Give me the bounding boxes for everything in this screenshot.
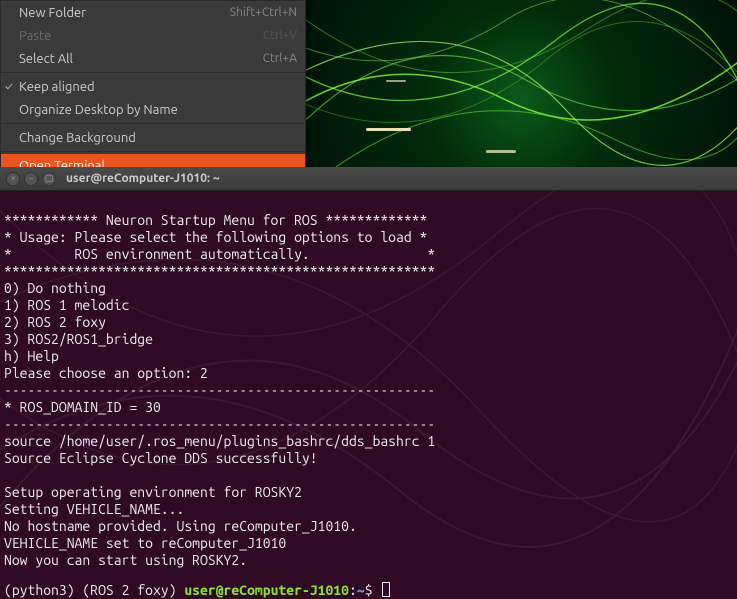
terminal-body[interactable]: ************ Neuron Startup Menu for ROS… — [0, 191, 737, 599]
terminal-line: 1) ROS 1 melodic — [4, 297, 129, 313]
menu-organize-desktop[interactable]: Organize Desktop by Name — [1, 98, 305, 121]
terminal-line: 0) Do nothing — [4, 280, 106, 296]
terminal-line: Now you can start using ROSKY2. — [4, 552, 247, 568]
prompt-user: user — [184, 582, 215, 598]
menu-keep-aligned[interactable]: ✓ Keep aligned — [1, 75, 305, 98]
terminal-line: VEHICLE_NAME set to reComputer_J1010 — [4, 535, 286, 551]
terminal-line: Setting VEHICLE_NAME... — [4, 501, 184, 517]
menu-item-label: Select All — [19, 52, 263, 66]
menu-separator — [1, 123, 305, 124]
terminal-line: Source Eclipse Cyclone DDS successfully! — [4, 450, 318, 466]
terminal-line: 2) ROS 2 foxy — [4, 314, 106, 330]
terminal-line: * Usage: Please select the following opt… — [4, 229, 427, 245]
menu-select-all[interactable]: Select All Ctrl+A — [1, 47, 305, 70]
maximize-button[interactable]: ▢ — [42, 172, 56, 186]
terminal-line: 3) ROS2/ROS1_bridge — [4, 331, 153, 347]
terminal-titlebar[interactable]: × − ▢ user@reComputer-J1010: ~ — [0, 167, 737, 191]
terminal-line: Please choose an option: 2 — [4, 365, 208, 381]
prompt-path: ~ — [357, 582, 365, 598]
terminal-cursor — [382, 582, 390, 597]
terminal-line: * ROS environment automatically. * — [4, 246, 435, 262]
terminal-line: Setup operating environment for ROSKY2 — [4, 484, 302, 500]
desktop-context-menu: New Folder Shift+Ctrl+N Paste Ctrl+V Sel… — [0, 0, 306, 178]
window-title: user@reComputer-J1010: ~ — [66, 172, 220, 185]
terminal-line: source /home/user/.ros_menu/plugins_bash… — [4, 433, 435, 449]
desktop-wallpaper — [306, 0, 737, 167]
prompt-host: reComputer-J1010 — [224, 582, 349, 598]
menu-separator — [1, 151, 305, 152]
menu-item-shortcut: Shift+Ctrl+N — [230, 6, 297, 19]
minimize-button[interactable]: − — [24, 172, 38, 186]
terminal-line: ************ Neuron Startup Menu for ROS… — [4, 212, 427, 228]
terminal-line: ----------------------------------------… — [4, 382, 435, 398]
menu-change-background[interactable]: Change Background — [1, 126, 305, 149]
menu-new-folder[interactable]: New Folder Shift+Ctrl+N — [1, 1, 305, 24]
menu-item-label: Paste — [19, 29, 263, 43]
menu-separator — [1, 72, 305, 73]
terminal-line: ----------------------------------------… — [4, 416, 435, 432]
menu-item-shortcut: Ctrl+V — [263, 29, 297, 42]
menu-item-label: New Folder — [19, 6, 230, 20]
close-button[interactable]: × — [6, 172, 20, 186]
checkmark-icon: ✓ — [5, 81, 13, 93]
prompt-env: (python3) (ROS 2 foxy) — [4, 582, 184, 598]
terminal-window: × − ▢ user@reComputer-J1010: ~ *********… — [0, 167, 737, 599]
terminal-line: * ROS_DOMAIN_ID = 30 — [4, 399, 161, 415]
menu-item-label: Keep aligned — [19, 80, 297, 94]
menu-item-label: Organize Desktop by Name — [19, 103, 297, 117]
terminal-line: ****************************************… — [4, 263, 435, 279]
menu-paste: Paste Ctrl+V — [1, 24, 305, 47]
wallpaper-curves — [306, 0, 737, 167]
terminal-prompt[interactable]: (python3) (ROS 2 foxy) user@reComputer-J… — [4, 582, 733, 599]
menu-item-shortcut: Ctrl+A — [263, 52, 297, 65]
terminal-line: No hostname provided. Using reComputer_J… — [4, 518, 357, 534]
terminal-line: h) Help — [4, 348, 59, 364]
menu-item-label: Change Background — [19, 131, 297, 145]
